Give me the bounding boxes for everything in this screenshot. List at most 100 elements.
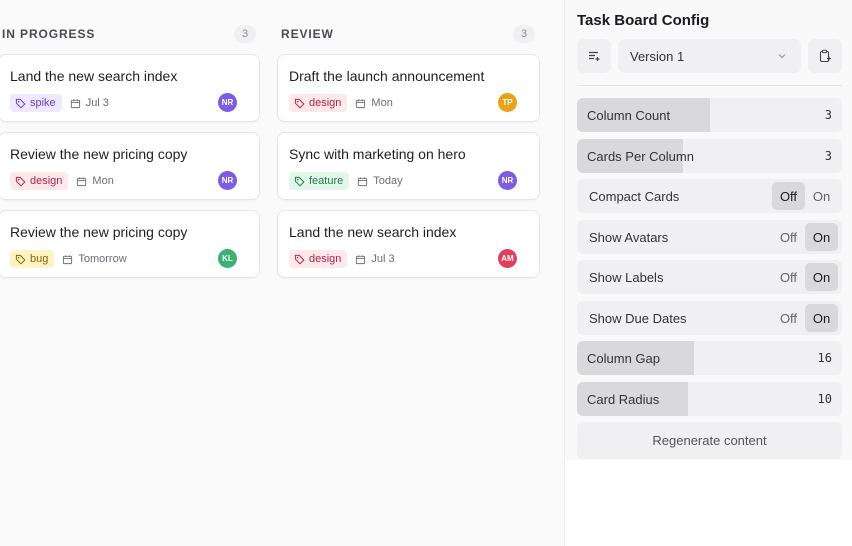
tag-badge: bug	[10, 250, 55, 268]
task-card[interactable]: Draft the launch announcement design Mon…	[277, 54, 540, 122]
column-title: IN PROGRESS	[2, 27, 96, 41]
tag-label: feature	[309, 175, 344, 187]
toggle-on-option[interactable]: On	[805, 304, 838, 332]
slider-label: Card Radius	[587, 391, 660, 407]
tag-icon	[15, 254, 26, 265]
due-date: Jul 3	[70, 97, 109, 109]
card-title: Land the new search index	[10, 68, 178, 84]
due-date: Jul 3	[355, 253, 395, 265]
due-date-label: Mon	[371, 97, 393, 109]
slider-value: 3	[824, 108, 832, 122]
toggle-off-option[interactable]: Off	[772, 263, 805, 291]
tag-badge: design	[289, 250, 348, 268]
tag-badge: design	[289, 94, 348, 112]
avatar: NR	[218, 171, 237, 190]
list-add-icon	[589, 51, 600, 61]
due-date-label: Mon	[92, 175, 114, 187]
due-date: Mon	[76, 175, 114, 187]
due-date: Tomorrow	[62, 253, 127, 265]
column-count-badge: 3	[234, 25, 256, 43]
toggle-off-option[interactable]: Off	[772, 223, 805, 251]
show-avatars-toggle-row: Show Avatars Off On	[577, 220, 842, 254]
tag-badge: design	[10, 172, 69, 190]
show-labels-toggle[interactable]: Off On	[772, 263, 838, 291]
avatar: NR	[498, 171, 517, 190]
column-header: REVIEW 3	[277, 22, 539, 46]
avatar: TP	[498, 93, 517, 112]
column-review: REVIEW 3 Draft the launch announcement d…	[277, 22, 540, 288]
toggle-off-option[interactable]: Off	[772, 182, 805, 210]
card-title: Land the new search index	[289, 224, 457, 240]
column-title: REVIEW	[281, 27, 334, 41]
toggle-off-option[interactable]: Off	[772, 304, 805, 332]
divider	[577, 85, 842, 86]
compact-cards-toggle[interactable]: Off On	[772, 182, 838, 210]
slider-value: 16	[817, 351, 832, 365]
card-title: Draft the launch announcement	[289, 68, 485, 84]
column-in-progress: IN PROGRESS 3 Land the new search index …	[0, 22, 260, 288]
task-card[interactable]: Review the new pricing copy design Mon N…	[0, 132, 260, 200]
due-date-label: Jul 3	[371, 253, 395, 265]
version-label: Version 1	[630, 48, 685, 64]
toggle-on-option[interactable]: On	[805, 263, 838, 291]
version-select[interactable]: Version 1	[618, 39, 801, 73]
due-date-label: Tomorrow	[78, 253, 127, 265]
calendar-icon	[356, 254, 366, 264]
tag-icon	[294, 176, 305, 187]
task-card[interactable]: Review the new pricing copy bug Tomorrow…	[0, 210, 260, 278]
card-title: Review the new pricing copy	[10, 224, 188, 240]
card-radius-slider[interactable]: Card Radius 10	[577, 382, 842, 416]
tag-icon	[294, 254, 305, 265]
column-header: IN PROGRESS 3	[0, 22, 260, 46]
calendar-icon	[70, 98, 80, 108]
toggle-label: Show Labels	[589, 269, 664, 285]
calendar-icon	[358, 176, 368, 186]
chevron-down-icon	[778, 54, 786, 59]
column-count-badge: 3	[513, 25, 535, 43]
panel-title: Task Board Config	[577, 12, 710, 29]
calendar-icon	[77, 176, 87, 186]
tag-icon	[15, 176, 26, 187]
calendar-icon	[63, 254, 73, 264]
tag-badge: spike	[10, 94, 62, 112]
show-avatars-toggle[interactable]: Off On	[772, 223, 838, 251]
toggle-on-option[interactable]: On	[805, 223, 838, 251]
tag-icon	[294, 98, 305, 109]
due-date-label: Today	[373, 175, 403, 187]
avatar: NR	[218, 93, 237, 112]
add-list-button[interactable]	[577, 39, 611, 73]
task-card[interactable]: Land the new search index design Jul 3 A…	[277, 210, 540, 278]
due-date: Today	[357, 175, 403, 187]
tag-icon	[15, 98, 26, 109]
slider-value: 3	[824, 149, 832, 163]
column-gap-slider[interactable]: Column Gap 16	[577, 341, 842, 375]
tag-label: design	[30, 175, 63, 187]
compact-cards-toggle-row: Compact Cards Off On	[577, 179, 842, 213]
task-board: IN PROGRESS 3 Land the new search index …	[0, 0, 564, 546]
tag-label: spike	[30, 97, 56, 109]
toggle-label: Compact Cards	[589, 188, 680, 204]
slider-label: Cards Per Column	[587, 148, 694, 164]
show-due-dates-toggle[interactable]: Off On	[772, 304, 838, 332]
slider-label: Column Gap	[587, 350, 660, 366]
tag-badge: feature	[289, 172, 350, 190]
avatar: KL	[218, 249, 237, 268]
tag-label: design	[309, 97, 342, 109]
show-labels-toggle-row: Show Labels Off On	[577, 260, 842, 294]
task-card[interactable]: Sync with marketing on hero feature Toda…	[277, 132, 540, 200]
card-title: Sync with marketing on hero	[289, 146, 466, 162]
toggle-label: Show Avatars	[589, 229, 669, 245]
card-title: Review the new pricing copy	[10, 146, 188, 162]
column-count-slider[interactable]: Column Count 3	[577, 98, 842, 132]
toggle-on-option[interactable]: On	[805, 182, 838, 210]
tag-label: design	[309, 253, 342, 265]
avatar: AM	[498, 249, 517, 268]
cards-per-column-slider[interactable]: Cards Per Column 3	[577, 139, 842, 173]
show-due-dates-toggle-row: Show Due Dates Off On	[577, 301, 842, 335]
copy-config-button[interactable]	[808, 39, 842, 73]
tag-label: bug	[30, 253, 49, 265]
due-date-label: Jul 3	[85, 97, 109, 109]
regenerate-content-button[interactable]: Regenerate content	[577, 422, 842, 459]
due-date: Mon	[355, 97, 393, 109]
task-card[interactable]: Land the new search index spike Jul 3 NR	[0, 54, 260, 122]
